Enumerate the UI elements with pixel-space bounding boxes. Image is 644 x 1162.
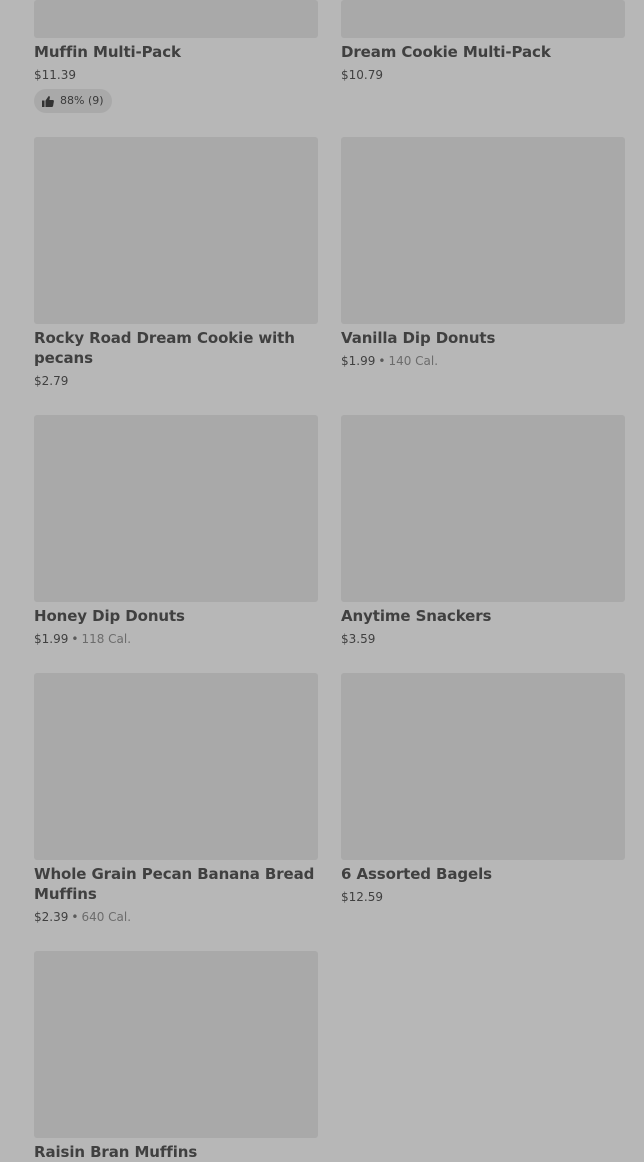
product-image[interactable] <box>34 137 318 324</box>
product-meta: $2.79 <box>34 373 68 389</box>
product-name[interactable]: 6 Assorted Bagels <box>341 864 625 884</box>
product-image[interactable] <box>341 673 625 860</box>
product-price: $2.79 <box>34 374 69 388</box>
separator-dot: • <box>71 910 79 924</box>
product-image[interactable] <box>34 673 318 860</box>
product-meta: $1.99 • 118 Cal. <box>34 631 131 647</box>
product-calories: 640 Cal. <box>81 910 132 924</box>
product-price: $3.59 <box>341 632 376 646</box>
product-image[interactable] <box>341 415 625 602</box>
product-name[interactable]: Honey Dip Donuts <box>34 606 318 626</box>
product-calories: 118 Cal. <box>81 632 132 646</box>
rating-badge: 88% (9) <box>34 89 112 113</box>
product-name[interactable]: Dream Cookie Multi-Pack <box>341 42 625 62</box>
product-price: $1.99 <box>34 632 69 646</box>
rating-text: 88% (9) <box>60 94 104 107</box>
product-price: $1.99 <box>341 354 376 368</box>
product-meta: $3.59 <box>341 631 375 647</box>
product-name[interactable]: Raisin Bran Muffins <box>34 1142 318 1162</box>
product-price: $12.59 <box>341 890 383 904</box>
product-meta: $2.39 • 640 Cal. <box>34 909 131 925</box>
product-meta: $11.39 <box>34 67 76 83</box>
product-name[interactable]: Muffin Multi-Pack <box>34 42 318 62</box>
product-name[interactable]: Anytime Snackers <box>341 606 625 626</box>
separator-dot: • <box>71 632 79 646</box>
separator-dot: • <box>378 354 386 368</box>
product-name[interactable]: Whole Grain Pecan Banana Bread Muffins <box>34 864 318 904</box>
product-image[interactable] <box>34 951 318 1138</box>
product-image[interactable] <box>341 137 625 324</box>
thumbs-up-icon <box>42 95 54 107</box>
product-price: $2.39 <box>34 910 69 924</box>
product-price: $11.39 <box>34 68 76 82</box>
product-image[interactable] <box>34 415 318 602</box>
product-name[interactable]: Vanilla Dip Donuts <box>341 328 625 348</box>
product-meta: $10.79 <box>341 67 383 83</box>
product-calories: 140 Cal. <box>388 354 439 368</box>
product-meta: $1.99 • 140 Cal. <box>341 353 438 369</box>
product-price: $10.79 <box>341 68 383 82</box>
product-meta: $12.59 <box>341 889 383 905</box>
product-image[interactable] <box>341 0 625 38</box>
product-name[interactable]: Rocky Road Dream Cookie with pecans <box>34 328 318 368</box>
product-image[interactable] <box>34 0 318 38</box>
